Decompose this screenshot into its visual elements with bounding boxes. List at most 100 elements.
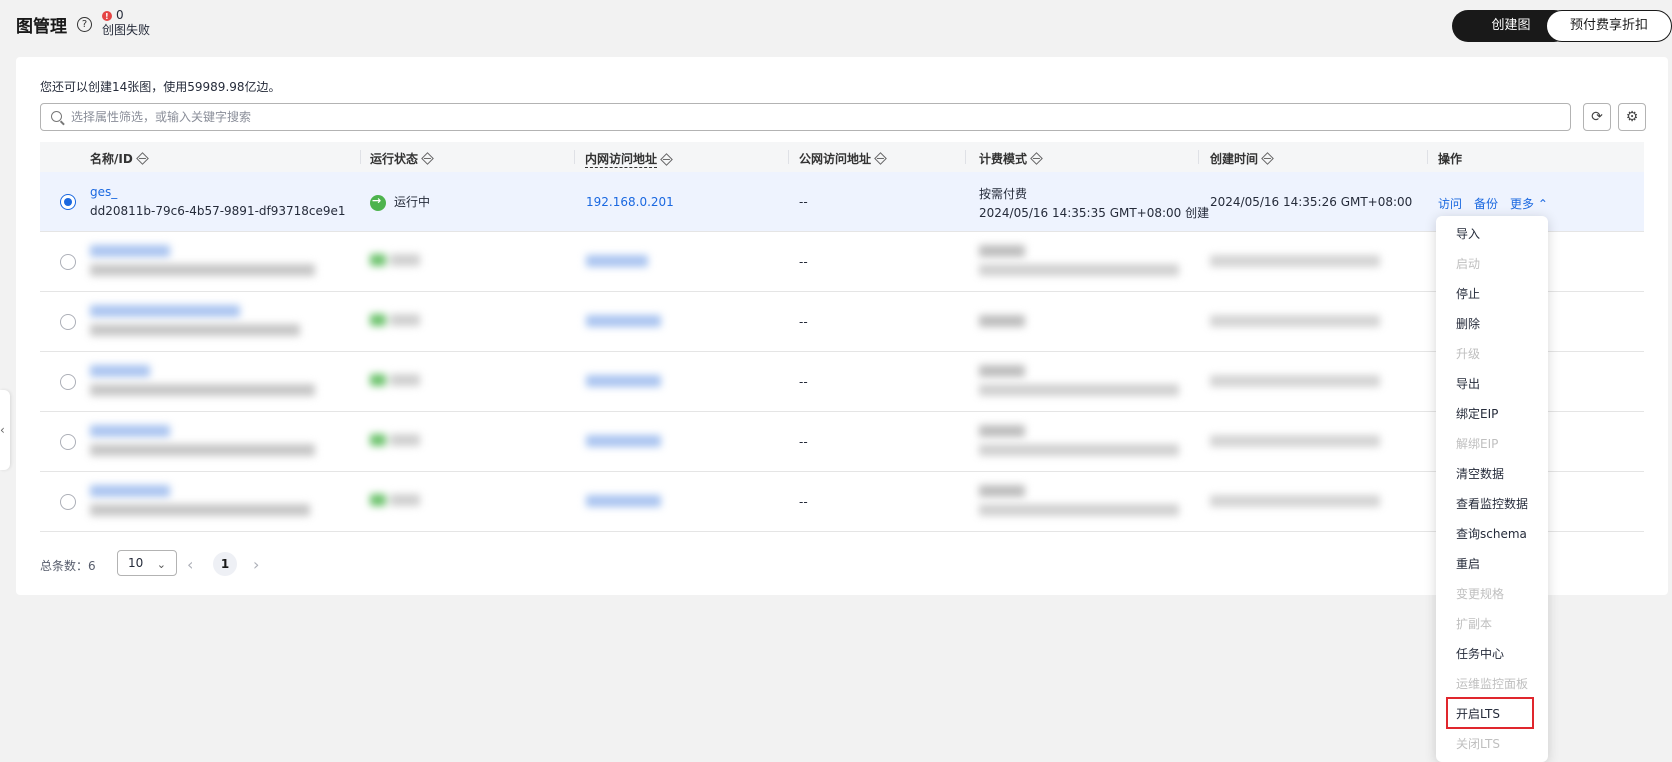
column-header-name[interactable]: 名称/ID	[90, 150, 149, 167]
table-row[interactable]: --	[40, 352, 1644, 412]
page-number[interactable]: 1	[213, 552, 237, 576]
redacted-name	[90, 305, 240, 320]
highlight-box	[1446, 697, 1534, 729]
column-header-billing[interactable]: 计费模式	[979, 150, 1043, 167]
status-cell: 运行中	[370, 193, 430, 211]
next-page-icon[interactable]: ›	[253, 555, 259, 574]
refresh-button[interactable]: ⟳	[1583, 103, 1611, 131]
table-row[interactable]: --	[40, 412, 1644, 472]
menu-item-clear-data[interactable]: 清空数据	[1456, 465, 1504, 482]
redacted-billing	[979, 485, 1025, 500]
redacted-billing-detail	[979, 384, 1179, 399]
redacted-billing	[979, 365, 1025, 380]
table-row[interactable]: ges_ dd20811b-79c6-4b57-9891-df93718ce9e…	[40, 172, 1644, 232]
sort-icon[interactable]	[1261, 152, 1274, 165]
row-radio[interactable]	[60, 254, 76, 270]
redacted-created	[1210, 495, 1380, 510]
refresh-icon: ⟳	[1591, 109, 1603, 125]
menu-item-restart[interactable]: 重启	[1456, 555, 1480, 572]
redacted-billing-detail	[979, 504, 1179, 519]
page-size-select[interactable]: 10 ⌄	[117, 550, 177, 576]
chevron-up-icon: ⌃	[1537, 197, 1548, 211]
public-ip: --	[799, 255, 808, 269]
table-header: 名称/ID 运行状态 内网访问地址 公网访问地址 计费模式 创建时间 操作	[40, 142, 1644, 172]
column-header-private-address[interactable]: 内网访问地址	[585, 150, 673, 168]
sort-icon[interactable]	[421, 152, 434, 165]
row-radio[interactable]	[60, 194, 76, 210]
redacted-id	[90, 504, 310, 519]
redacted-created	[1210, 375, 1380, 390]
pager-total: 总条数： 6	[40, 558, 96, 574]
redacted-billing	[979, 245, 1025, 260]
search-box[interactable]	[40, 103, 1571, 131]
visit-link[interactable]: 访问	[1438, 195, 1462, 212]
sort-icon[interactable]	[135, 152, 149, 165]
redacted-name	[90, 425, 170, 440]
search-input[interactable]	[71, 107, 1551, 127]
redacted-status	[370, 494, 420, 509]
backup-link[interactable]: 备份	[1474, 195, 1498, 212]
chevron-down-icon: ⌄	[156, 558, 166, 571]
menu-item-upgrade: 升级	[1456, 347, 1481, 361]
redacted-id	[90, 384, 315, 399]
redacted-id	[90, 324, 300, 339]
sidebar-collapse-handle[interactable]: ‹	[0, 390, 10, 470]
fail-count: 0	[116, 8, 124, 22]
graph-name-link[interactable]: ges_	[90, 185, 117, 199]
private-ip-link[interactable]: 192.168.0.201	[586, 195, 674, 209]
search-icon	[51, 111, 62, 122]
redacted-ip	[586, 375, 661, 390]
public-ip: --	[799, 495, 808, 509]
redacted-ip	[586, 255, 648, 270]
menu-item-start: 启动	[1456, 257, 1481, 271]
more-actions-menu: 导入 启动 停止 删除 升级 导出 绑定EIP 解绑EIP 清空数据 查看监控数…	[1436, 216, 1548, 762]
menu-item-delete[interactable]: 删除	[1456, 315, 1480, 332]
graph-id: dd20811b-79c6-4b57-9891-df93718ce9e1	[90, 204, 346, 218]
redacted-status	[370, 374, 420, 389]
settings-button[interactable]: ⚙	[1618, 103, 1646, 131]
redacted-status	[370, 434, 420, 449]
sort-icon[interactable]	[874, 152, 887, 165]
create-failed-indicator[interactable]: 0 创图失败	[102, 8, 150, 38]
row-radio[interactable]	[60, 434, 76, 450]
menu-item-export[interactable]: 导出	[1456, 375, 1480, 392]
menu-item-view-monitoring[interactable]: 查看监控数据	[1456, 495, 1528, 512]
public-ip: --	[799, 435, 808, 449]
more-link[interactable]: 更多 ⌃	[1510, 195, 1548, 212]
menu-item-stop[interactable]: 停止	[1456, 285, 1480, 302]
sort-icon[interactable]	[1030, 152, 1043, 165]
page-title: 图管理	[16, 17, 67, 37]
table-row[interactable]: --	[40, 472, 1644, 532]
table-row[interactable]: --	[40, 232, 1644, 292]
column-header-actions: 操作	[1438, 152, 1463, 166]
row-radio[interactable]	[60, 314, 76, 330]
billing-detail: 2024/05/16 14:35:35 GMT+08:00 创建	[979, 206, 1210, 220]
redacted-status	[370, 254, 420, 269]
fail-label: 创图失败	[102, 23, 151, 37]
column-header-created[interactable]: 创建时间	[1210, 150, 1274, 167]
prev-page-icon[interactable]: ‹	[187, 555, 193, 574]
column-header-public-address[interactable]: 公网访问地址	[799, 150, 887, 167]
prepaid-discount-button[interactable]: 预付费享折扣	[1546, 10, 1672, 42]
menu-item-query-schema[interactable]: 查询schema	[1456, 525, 1527, 542]
redacted-billing-detail	[979, 264, 1179, 279]
menu-item-task-center[interactable]: 任务中心	[1456, 645, 1504, 662]
public-ip: --	[799, 375, 808, 389]
column-header-status[interactable]: 运行状态	[370, 150, 434, 167]
row-radio[interactable]	[60, 374, 76, 390]
redacted-billing	[979, 315, 1025, 330]
chevron-left-icon: ‹	[0, 423, 5, 437]
redacted-billing-detail	[979, 444, 1179, 459]
menu-item-disable-lts: 关闭LTS	[1456, 737, 1500, 751]
menu-item-import[interactable]: 导入	[1456, 225, 1480, 242]
help-icon[interactable]: ?	[77, 17, 92, 32]
table-row[interactable]: --	[40, 292, 1644, 352]
menu-item-unbind-eip: 解绑EIP	[1456, 437, 1499, 451]
sort-icon[interactable]	[660, 152, 673, 166]
gear-icon: ⚙	[1625, 109, 1639, 125]
row-radio[interactable]	[60, 494, 76, 510]
redacted-ip	[586, 315, 661, 330]
menu-item-bind-eip[interactable]: 绑定EIP	[1456, 405, 1498, 422]
redacted-created	[1210, 315, 1380, 330]
redacted-name	[90, 245, 170, 260]
